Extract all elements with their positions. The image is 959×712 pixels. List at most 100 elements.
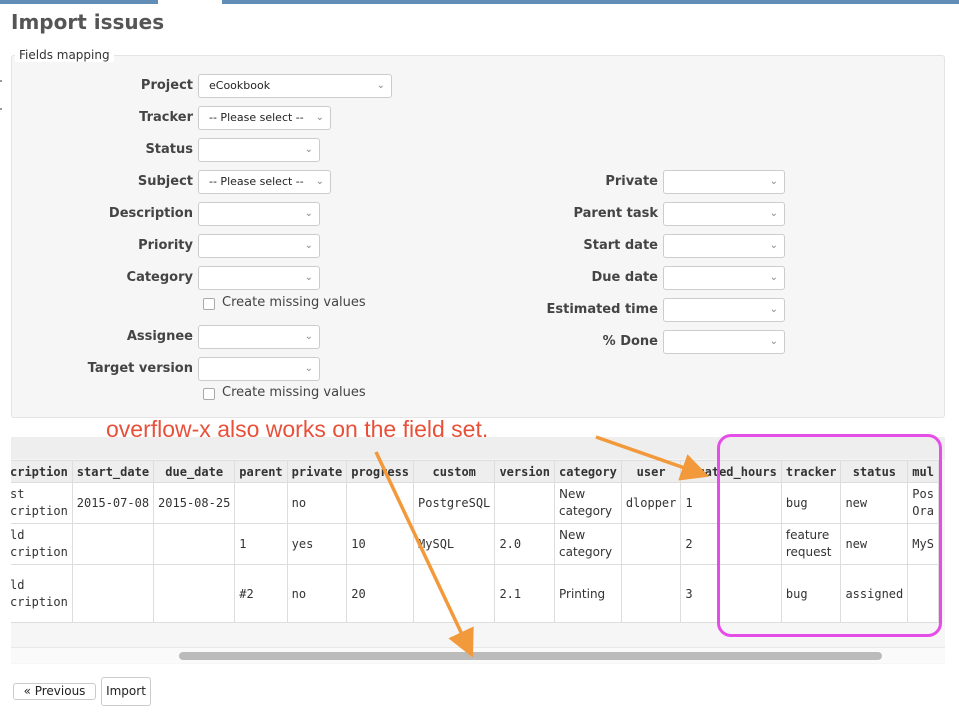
table-cell <box>620 523 682 565</box>
subject-select[interactable]: -- Please select -- ⌄ <box>198 170 331 194</box>
assignee-select[interactable]: ⌄ <box>198 325 320 349</box>
table-cell: Printing <box>554 564 622 623</box>
page-left-margin <box>0 437 11 667</box>
table-cell: New category <box>554 482 622 524</box>
category-create-missing-label: Create missing values <box>222 295 366 310</box>
col-header: category <box>554 460 622 483</box>
private-label: Private <box>605 174 658 189</box>
target-version-label: Target version <box>87 361 193 376</box>
priority-label: Priority <box>138 238 193 253</box>
parent-task-label: Parent task <box>573 206 658 221</box>
start-date-label: Start date <box>583 238 658 253</box>
chevron-down-icon: ⌄ <box>315 176 324 187</box>
chevron-down-icon: ⌄ <box>304 240 313 251</box>
chevron-down-icon: ⌄ <box>769 240 778 251</box>
table-cell: ld cription <box>5 564 73 623</box>
table-cell: 2.0 <box>494 523 556 565</box>
chevron-down-icon: ⌄ <box>315 112 324 123</box>
table-cell: New category <box>554 523 622 565</box>
col-header: user <box>620 460 682 483</box>
table-cell: 2.1 <box>494 564 556 623</box>
chevron-down-icon: ⌄ <box>304 331 313 342</box>
table-cell: st cription <box>5 482 73 524</box>
col-header: custom <box>413 460 496 483</box>
left-edge-marks <box>0 80 3 120</box>
col-header: private <box>286 460 348 483</box>
table-cell: no <box>286 482 348 524</box>
chevron-down-icon: ⌄ <box>304 208 313 219</box>
horizontal-scrollbar-thumb[interactable] <box>179 652 882 660</box>
table-cell <box>71 564 155 623</box>
chevron-down-icon: ⌄ <box>304 144 313 155</box>
horizontal-scrollbar[interactable] <box>11 647 945 663</box>
status-select[interactable]: ⌄ <box>198 138 320 162</box>
project-label: Project <box>140 78 193 93</box>
category-select[interactable]: ⌄ <box>198 266 320 290</box>
top-bar-active-tab <box>158 0 222 4</box>
private-select[interactable]: ⌄ <box>663 170 785 194</box>
table-cell <box>346 482 415 524</box>
col-header: start_date <box>71 460 155 483</box>
table-cell <box>494 482 556 524</box>
subject-label: Subject <box>137 174 193 189</box>
fieldset-legend: Fields mapping <box>15 48 114 62</box>
due-date-label: Due date <box>591 270 659 285</box>
table-cell: 2015-08-25 <box>153 482 236 524</box>
chevron-down-icon: ⌄ <box>769 272 778 283</box>
annotation-highlight-box <box>717 434 942 637</box>
project-select[interactable]: eCookbook ⌄ <box>198 74 392 98</box>
description-select[interactable]: ⌄ <box>198 202 320 226</box>
col-header: progress <box>346 460 415 483</box>
chevron-down-icon: ⌄ <box>769 176 778 187</box>
table-cell <box>413 564 496 623</box>
category-label: Category <box>126 270 193 285</box>
target-version-create-missing-checkbox[interactable] <box>203 388 215 400</box>
table-cell: no <box>286 564 348 623</box>
estimated-time-label: Estimated time <box>546 302 658 317</box>
assignee-label: Assignee <box>126 329 193 344</box>
table-cell: 1 <box>234 523 288 565</box>
estimated-time-select[interactable]: ⌄ <box>663 298 785 322</box>
table-cell <box>71 523 155 565</box>
target-version-create-missing-label: Create missing values <box>222 385 366 400</box>
table-cell <box>620 564 682 623</box>
parent-task-select[interactable]: ⌄ <box>663 202 785 226</box>
chevron-down-icon: ⌄ <box>769 304 778 315</box>
import-button[interactable]: Import <box>101 677 151 706</box>
chevron-down-icon: ⌄ <box>304 363 313 374</box>
chevron-down-icon: ⌄ <box>376 80 385 91</box>
table-cell: #2 <box>234 564 288 623</box>
target-version-select[interactable]: ⌄ <box>198 357 320 381</box>
page-title: Import issues <box>11 10 165 34</box>
previous-button[interactable]: « Previous <box>13 683 96 700</box>
table-cell <box>234 482 288 524</box>
col-header: version <box>494 460 556 483</box>
subject-select-value: -- Please select -- <box>209 175 304 188</box>
status-label: Status <box>145 142 193 157</box>
done-ratio-select[interactable]: ⌄ <box>663 330 785 354</box>
project-select-value: eCookbook <box>209 79 271 92</box>
chevron-down-icon: ⌄ <box>769 208 778 219</box>
table-cell: yes <box>286 523 348 565</box>
table-cell: 10 <box>346 523 415 565</box>
table-cell: 2015-07-08 <box>71 482 155 524</box>
col-header: parent <box>234 460 288 483</box>
table-cell <box>153 523 236 565</box>
category-create-missing-checkbox[interactable] <box>203 298 215 310</box>
table-cell: 20 <box>346 564 415 623</box>
annotation-text: overflow-x also works on the field set. <box>106 416 489 442</box>
done-ratio-label: % Done <box>602 334 658 349</box>
chevron-down-icon: ⌄ <box>304 272 313 283</box>
table-cell: dlopper <box>620 482 682 524</box>
tracker-select-value: -- Please select -- <box>209 111 304 124</box>
tracker-select[interactable]: -- Please select -- ⌄ <box>198 106 331 130</box>
due-date-select[interactable]: ⌄ <box>663 266 785 290</box>
top-bar <box>0 0 959 4</box>
priority-select[interactable]: ⌄ <box>198 234 320 258</box>
tracker-label: Tracker <box>139 110 193 125</box>
table-cell <box>153 564 236 623</box>
col-header: cription <box>5 460 73 483</box>
chevron-down-icon: ⌄ <box>769 336 778 347</box>
description-label: Description <box>108 206 193 221</box>
start-date-select[interactable]: ⌄ <box>663 234 785 258</box>
